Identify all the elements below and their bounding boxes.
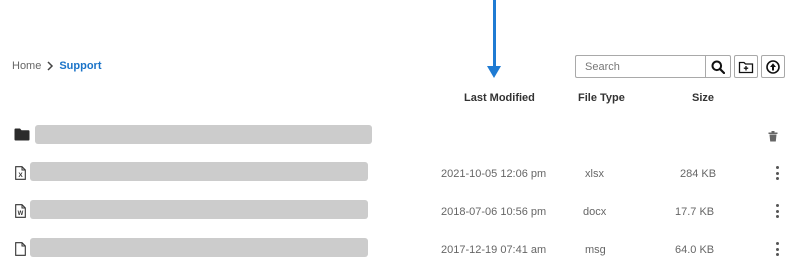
column-header-size[interactable]: Size	[692, 92, 714, 104]
file-type-cell: docx	[583, 206, 607, 218]
chevron-right-icon	[47, 61, 54, 71]
file-type-cell: msg	[585, 244, 606, 256]
last-modified-cell: 2017-12-19 07:41 am	[441, 244, 547, 256]
breadcrumb-current[interactable]: Support	[59, 60, 101, 72]
upload-button[interactable]	[761, 55, 785, 78]
delete-button[interactable]	[768, 129, 778, 147]
more-options-icon[interactable]	[772, 242, 782, 256]
file-name-placeholder[interactable]	[30, 238, 368, 257]
column-header-file-type[interactable]: File Type	[578, 92, 625, 104]
column-header-last-modified[interactable]: Last Modified	[464, 92, 535, 104]
annotation-arrow-head	[487, 66, 501, 78]
file-type-cell: xlsx	[585, 168, 604, 180]
word-file-icon: W	[13, 204, 27, 218]
search-input[interactable]	[575, 55, 705, 78]
folder-icon	[14, 127, 30, 141]
svg-text:W: W	[17, 211, 23, 217]
more-options-icon[interactable]	[772, 166, 782, 180]
file-name-placeholder[interactable]	[35, 125, 372, 144]
file-name-placeholder[interactable]	[30, 200, 368, 219]
annotation-arrow-shaft	[493, 0, 496, 68]
new-folder-button[interactable]	[734, 55, 758, 78]
trash-icon	[768, 131, 778, 142]
last-modified-cell: 2021-10-05 12:06 pm	[441, 168, 547, 180]
breadcrumb: Home Support	[12, 60, 102, 72]
upload-icon	[766, 59, 780, 74]
file-name-placeholder[interactable]	[30, 162, 368, 181]
search-icon	[711, 60, 725, 74]
folder-add-icon	[738, 61, 754, 73]
svg-text:X: X	[18, 172, 23, 179]
last-modified-cell: 2018-07-06 10:56 pm	[441, 206, 547, 218]
size-cell: 284 KB	[680, 168, 717, 180]
search-button[interactable]	[705, 55, 731, 78]
excel-file-icon: X	[13, 166, 27, 180]
breadcrumb-home-link[interactable]: Home	[12, 60, 41, 72]
size-cell: 64.0 KB	[675, 244, 715, 256]
more-options-icon[interactable]	[772, 204, 782, 218]
size-cell: 17.7 KB	[675, 206, 715, 218]
generic-file-icon	[13, 242, 27, 256]
